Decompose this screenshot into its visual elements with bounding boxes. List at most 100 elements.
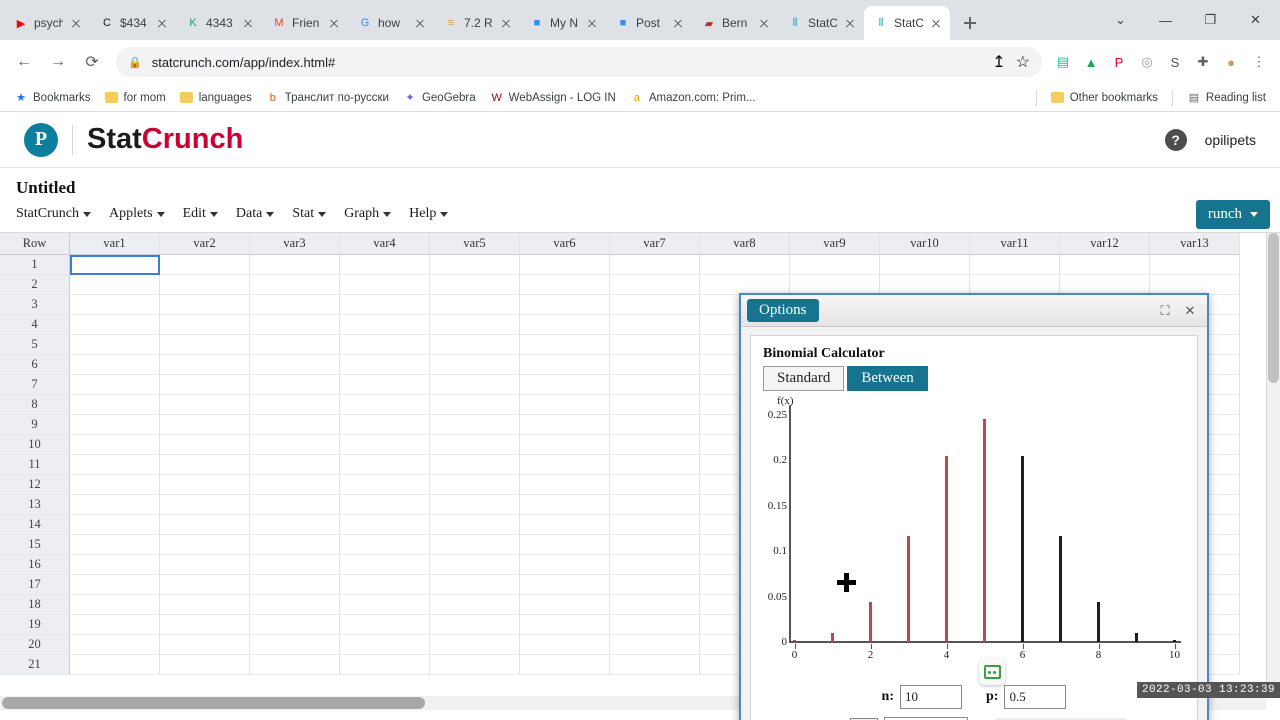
data-cell[interactable] [430, 655, 520, 675]
browser-tab[interactable]: C $434 [90, 6, 177, 40]
data-cell[interactable] [250, 635, 340, 655]
data-cell[interactable] [610, 375, 700, 395]
page-title[interactable]: Untitled [16, 178, 76, 197]
data-cell[interactable] [70, 435, 160, 455]
data-cell[interactable] [160, 535, 250, 555]
chrome-menu-icon[interactable]: ⋮ [1246, 49, 1272, 75]
data-cell[interactable] [340, 375, 430, 395]
data-cell[interactable] [430, 295, 520, 315]
browser-tab[interactable]: ⦀ StatC [778, 6, 865, 40]
data-cell[interactable] [430, 575, 520, 595]
data-cell[interactable] [610, 395, 700, 415]
dialog-title-bar[interactable]: Options ⛶ ✕ [741, 295, 1207, 327]
browser-tab[interactable]: Ghow [348, 6, 435, 40]
data-cell[interactable] [70, 615, 160, 635]
data-cell[interactable] [520, 435, 610, 455]
data-cell[interactable] [700, 255, 790, 275]
menu-graph[interactable]: Graph [344, 206, 392, 222]
close-tab-icon[interactable] [756, 15, 772, 31]
data-cell[interactable] [610, 535, 700, 555]
data-cell[interactable] [700, 275, 790, 295]
data-cell[interactable] [160, 375, 250, 395]
data-cell[interactable] [430, 275, 520, 295]
row-number[interactable]: 3 [0, 295, 70, 315]
data-cell[interactable] [430, 615, 520, 635]
data-cell[interactable] [160, 255, 250, 275]
data-cell[interactable] [520, 495, 610, 515]
close-tab-icon[interactable] [240, 15, 256, 31]
data-cell[interactable] [430, 515, 520, 535]
p-input[interactable]: 0.5 [1004, 685, 1067, 709]
menu-help[interactable]: Help [409, 206, 449, 222]
horizontal-scroll-thumb[interactable] [2, 697, 425, 709]
data-cell[interactable] [160, 635, 250, 655]
menu-edit[interactable]: Edit [183, 206, 218, 222]
row-number[interactable]: 21 [0, 655, 70, 675]
on-screen-keyboard-icon[interactable] [979, 659, 1005, 685]
column-header-var13[interactable]: var13 [1150, 233, 1240, 255]
browser-tab[interactable]: ≡ 7.2 R [434, 6, 521, 40]
tab-search-icon[interactable]: ⌄ [1098, 3, 1143, 37]
data-cell[interactable] [160, 435, 250, 455]
close-tab-icon[interactable] [670, 15, 686, 31]
row-number[interactable]: 19 [0, 615, 70, 635]
data-cell[interactable] [70, 315, 160, 335]
data-cell[interactable] [430, 455, 520, 475]
menu-stat[interactable]: Stat [292, 206, 327, 222]
column-header-var4[interactable]: var4 [340, 233, 430, 255]
bookmark-item[interactable]: b Транслит по-русски [260, 88, 395, 108]
data-cell[interactable] [610, 335, 700, 355]
close-window-button[interactable]: ✕ [1233, 3, 1278, 37]
row-number[interactable]: 9 [0, 415, 70, 435]
bookmark-item[interactable]: for mom [99, 88, 172, 108]
help-icon[interactable]: ? [1164, 128, 1187, 151]
data-cell[interactable] [340, 495, 430, 515]
column-header-var7[interactable]: var7 [610, 233, 700, 255]
data-cell[interactable] [520, 555, 610, 575]
data-cell[interactable] [610, 655, 700, 675]
row-number[interactable]: 10 [0, 435, 70, 455]
data-cell[interactable] [250, 455, 340, 475]
data-cell[interactable] [610, 595, 700, 615]
data-cell[interactable] [610, 475, 700, 495]
data-cell[interactable] [340, 595, 430, 615]
data-cell[interactable] [340, 275, 430, 295]
data-cell[interactable] [70, 415, 160, 435]
data-cell[interactable] [160, 415, 250, 435]
data-cell[interactable] [610, 355, 700, 375]
row-number[interactable]: 20 [0, 635, 70, 655]
menu-applets[interactable]: Applets [109, 206, 165, 222]
row-number[interactable]: 11 [0, 455, 70, 475]
data-cell[interactable] [340, 455, 430, 475]
data-cell[interactable] [430, 255, 520, 275]
data-cell[interactable] [430, 535, 520, 555]
reload-button[interactable]: ⟳ [76, 46, 108, 78]
data-cell[interactable] [70, 395, 160, 415]
data-cell[interactable] [430, 495, 520, 515]
data-cell[interactable] [160, 395, 250, 415]
data-cell[interactable] [70, 495, 160, 515]
close-tab-icon[interactable] [842, 15, 858, 31]
vertical-scroll-thumb[interactable] [1268, 233, 1279, 383]
data-cell[interactable] [250, 435, 340, 455]
data-cell[interactable] [250, 355, 340, 375]
data-cell[interactable] [340, 395, 430, 415]
data-cell[interactable] [250, 395, 340, 415]
row-number[interactable]: 14 [0, 515, 70, 535]
data-cell[interactable] [70, 255, 160, 275]
close-tab-icon[interactable] [326, 15, 342, 31]
data-cell[interactable] [430, 595, 520, 615]
data-cell[interactable] [340, 555, 430, 575]
column-header-var9[interactable]: var9 [790, 233, 880, 255]
username-label[interactable]: opilipets [1205, 132, 1256, 148]
data-cell[interactable] [970, 275, 1060, 295]
data-cell[interactable] [520, 335, 610, 355]
data-cell[interactable] [70, 555, 160, 575]
data-cell[interactable] [340, 415, 430, 435]
data-cell[interactable] [250, 415, 340, 435]
data-cell[interactable] [250, 655, 340, 675]
row-number[interactable]: 4 [0, 315, 70, 335]
row-number[interactable]: 7 [0, 375, 70, 395]
data-cell[interactable] [70, 575, 160, 595]
row-number[interactable]: 12 [0, 475, 70, 495]
